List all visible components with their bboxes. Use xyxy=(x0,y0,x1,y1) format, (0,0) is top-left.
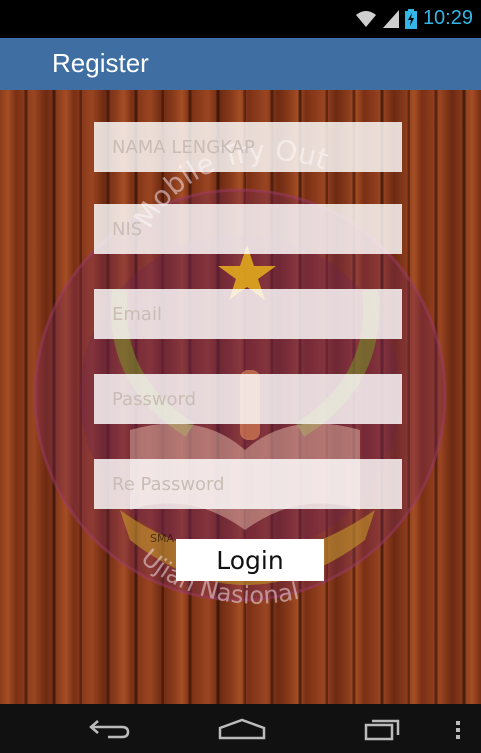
home-icon xyxy=(218,718,266,739)
back-icon xyxy=(89,719,130,738)
re-password-input[interactable] xyxy=(94,459,402,509)
page-title: Register xyxy=(52,48,149,78)
email-input[interactable] xyxy=(94,289,402,339)
full-name-input[interactable] xyxy=(94,122,402,172)
system-navigation-bar xyxy=(0,704,481,753)
overflow-menu-button[interactable] xyxy=(446,704,470,753)
status-clock: 10:29 xyxy=(422,7,473,29)
signal-icon xyxy=(382,9,399,28)
recent-apps-icon xyxy=(364,719,400,740)
battery-charging-icon xyxy=(404,8,417,29)
status-bar: 10:29 xyxy=(0,0,481,38)
back-button[interactable] xyxy=(80,704,140,753)
login-button[interactable]: Login xyxy=(176,539,324,581)
recent-apps-button[interactable] xyxy=(352,704,412,753)
overflow-menu-icon xyxy=(456,720,460,739)
nis-input[interactable] xyxy=(94,204,402,254)
register-form-area: Mobile Try Out Ujian Nasional SMA Login xyxy=(0,90,481,704)
home-button[interactable] xyxy=(212,704,272,753)
wifi-icon xyxy=(355,10,376,27)
status-icons: 10:29 xyxy=(355,7,473,30)
password-input[interactable] xyxy=(94,374,402,424)
svg-text:SMA: SMA xyxy=(150,532,174,545)
app-bar: Register xyxy=(0,38,481,90)
